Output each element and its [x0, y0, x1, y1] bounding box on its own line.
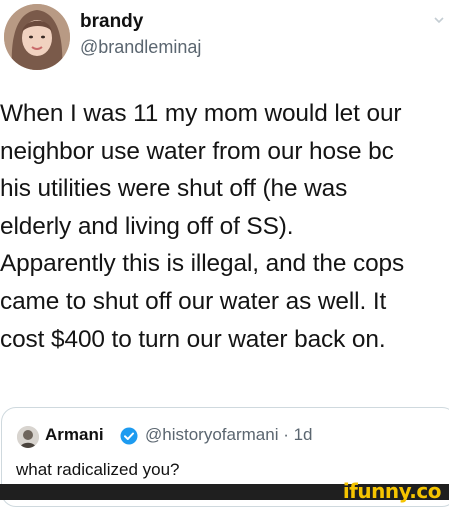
author-avatar[interactable] [4, 4, 70, 70]
author-name[interactable]: brandy [80, 11, 143, 33]
quoted-author-avatar[interactable] [17, 426, 39, 448]
tweet-text: When I was 11 my mom would let our neigh… [0, 100, 405, 353]
verified-badge-icon [120, 427, 138, 445]
ifunny-watermark: ifunny.co [342, 479, 442, 503]
author-handle[interactable]: @brandleminaj [80, 37, 201, 58]
quoted-tweet-text: what radicalized you? [16, 460, 180, 479]
chevron-down-icon[interactable] [433, 14, 445, 26]
quoted-author-handle[interactable]: @historyofarmani · 1d [145, 425, 313, 445]
quoted-author-name[interactable]: Armani [45, 425, 104, 445]
